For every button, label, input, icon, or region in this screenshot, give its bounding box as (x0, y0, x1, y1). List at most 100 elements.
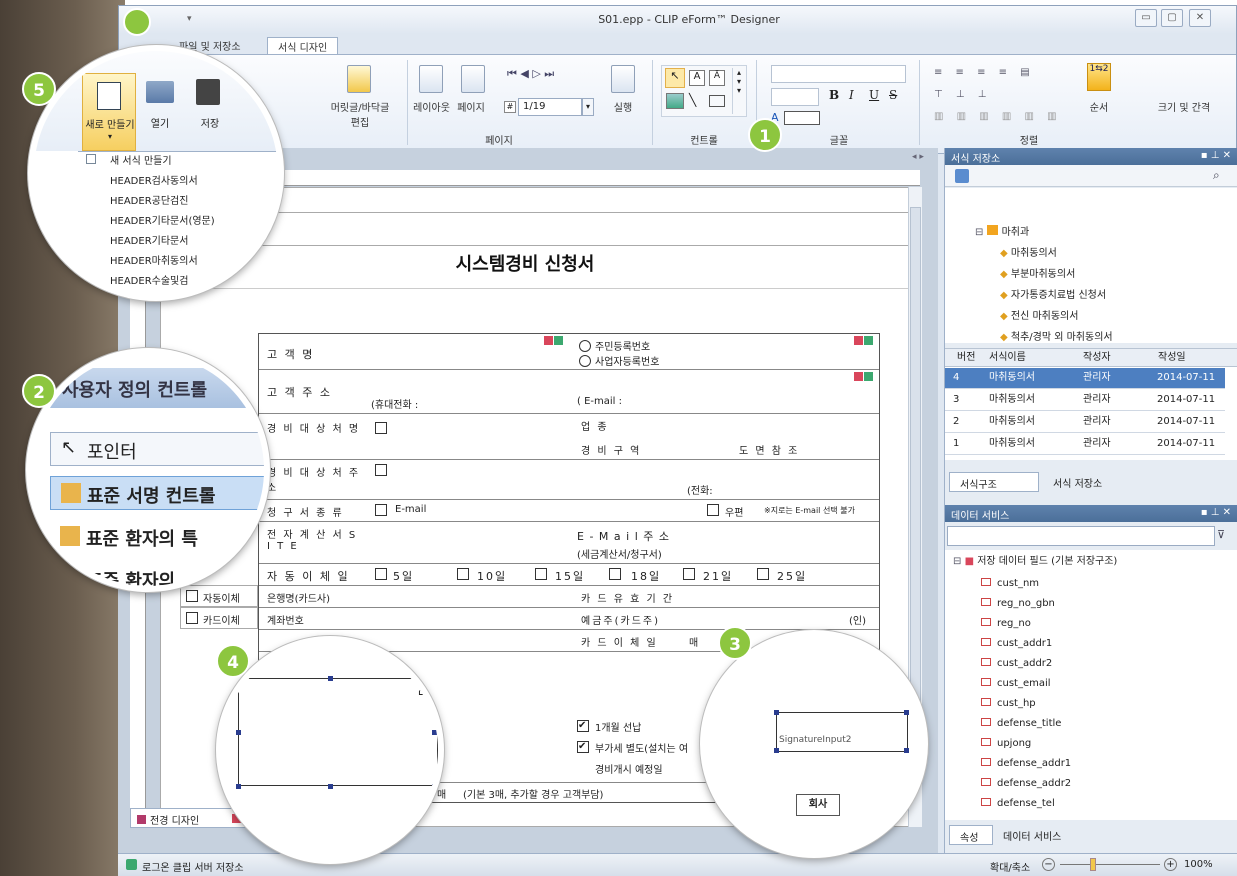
panel-controls-icon[interactable]: ▪ ⊥ ✕ (1201, 150, 1231, 161)
text-control-icon[interactable]: A (689, 70, 705, 86)
patient-control-item[interactable]: 표준 환자의 특 (50, 520, 264, 554)
signature-control-item[interactable]: 표준 서명 컨트롤 (50, 476, 264, 510)
refresh-icon[interactable] (955, 169, 969, 183)
data-field-item[interactable]: upjong (981, 734, 1071, 754)
tree-item[interactable]: ◆ 자가통증치료법 신청서 (1000, 286, 1106, 301)
open-button-label[interactable]: 열기 (140, 115, 180, 130)
checkbox[interactable] (375, 464, 387, 476)
data-field-item[interactable]: defense_tel (981, 794, 1071, 814)
order-icon[interactable]: 1⇆2 (1087, 63, 1111, 91)
auto-debit-option[interactable]: 자동이체 (180, 585, 258, 607)
table-row[interactable]: 1 마취동의서 관리자 2014-07-11 (945, 434, 1225, 455)
label-control-icon[interactable]: Ā (709, 70, 725, 86)
tab-structure[interactable]: 서식구조 (949, 472, 1039, 492)
zoom-in-button[interactable]: + (1164, 858, 1177, 871)
camera-icon[interactable]: ⌂ (418, 684, 426, 698)
zoom-out-button[interactable]: − (1042, 858, 1055, 871)
align-row2-icons[interactable]: ⊤ ⊥ ⊥ (934, 89, 992, 100)
filter-icon[interactable]: ⊽ (1217, 528, 1225, 541)
font-size-select[interactable] (771, 88, 819, 106)
tree-item[interactable]: ◆ 부분마취동의서 (1000, 265, 1075, 280)
pointer-icon[interactable]: ↖ (665, 68, 685, 88)
data-field-item[interactable]: defense_addr1 (981, 754, 1071, 774)
zoom-slider-thumb[interactable] (1090, 858, 1096, 871)
zoom-slider[interactable] (1060, 864, 1160, 865)
data-field-item[interactable]: cust_addr2 (981, 654, 1071, 674)
order-label[interactable]: 순서 (1077, 99, 1121, 114)
red-marker-icon[interactable] (854, 372, 863, 381)
align-row3-icons[interactable]: ▥ ▥ ▥ ▥ ▥ ▥ (934, 111, 1062, 122)
menu-item[interactable]: HEADER공단검진 (64, 192, 188, 212)
tree-item[interactable]: ◆ 전신 마취동의서 (1000, 307, 1078, 322)
page-goto-icon[interactable]: # (504, 101, 516, 113)
day-checkbox[interactable] (757, 568, 769, 580)
bold-button[interactable]: B (829, 88, 839, 102)
minimize-button[interactable]: ▭ (1135, 9, 1157, 27)
tab-storage[interactable]: 서식 저장소 (1039, 472, 1139, 492)
table-row[interactable]: 2 마취동의서 관리자 2014-07-11 (945, 412, 1225, 433)
grid-col-header[interactable]: 작성자 (1083, 349, 1111, 366)
day-checkbox[interactable] (535, 568, 547, 580)
data-field-item[interactable]: cust_hp (981, 694, 1071, 714)
border-color-select[interactable] (784, 111, 820, 125)
grid-col-header[interactable]: 서식이름 (989, 349, 1026, 366)
checkbox[interactable] (375, 422, 387, 434)
signature-box[interactable] (238, 678, 438, 786)
data-field-item[interactable]: cust_email (981, 674, 1071, 694)
rect-control-icon[interactable] (709, 95, 725, 107)
vat-checkbox[interactable]: ✔ (577, 741, 589, 753)
italic-button[interactable]: I (849, 88, 854, 102)
menu-item[interactable]: HEADER검사동의서 (64, 172, 198, 192)
size-spacing-label[interactable]: 크기 및 간격 (1149, 99, 1219, 114)
card-debit-option[interactable]: 카드이체 (180, 607, 258, 629)
page-number-input[interactable]: 1/19 (518, 98, 582, 116)
tree-item[interactable]: ◆ 마취동의서 (1000, 244, 1057, 259)
red-marker-icon[interactable] (854, 336, 863, 345)
line-control-icon[interactable]: ╲ (689, 93, 696, 107)
underline-button[interactable]: U (869, 88, 879, 102)
help-marker-icon[interactable] (864, 336, 873, 345)
email-checkbox[interactable] (375, 504, 387, 516)
data-field-item[interactable]: defense_title (981, 714, 1071, 734)
layout-icon[interactable] (419, 65, 443, 93)
grid-col-header[interactable]: 버전 (957, 349, 975, 366)
save-button-label[interactable]: 저장 (190, 115, 230, 130)
menu-item[interactable]: HEADER마취동의서 (64, 252, 198, 272)
data-field-item[interactable]: cust_nm (981, 574, 1071, 594)
open-folder-icon[interactable] (146, 81, 174, 103)
day-checkbox[interactable] (457, 568, 469, 580)
data-field-item[interactable]: reg_no_gbn (981, 594, 1071, 614)
save-icon[interactable] (196, 79, 220, 105)
menu-item[interactable]: 새 서식 만들기 (64, 152, 172, 172)
doc-nav-arrows[interactable]: ◂ ▸ (912, 152, 924, 162)
help-marker-icon[interactable] (864, 372, 873, 381)
radio-business[interactable] (579, 355, 591, 367)
folder-node[interactable]: ⊟ 마취과 (975, 223, 1029, 238)
palette-more-icon[interactable]: ▴ ▾ ▾ (732, 68, 745, 114)
day-checkbox[interactable] (375, 568, 387, 580)
page-dropdown-icon[interactable]: ▾ (582, 98, 594, 116)
red-marker-icon[interactable] (544, 336, 553, 345)
mail-checkbox[interactable] (707, 504, 719, 516)
tree-item[interactable]: ◆ 척추/경막 외 마취동의서 (1000, 328, 1113, 343)
menu-item[interactable]: HEADER수술및검 (64, 272, 188, 292)
header-band[interactable] (171, 212, 916, 246)
prepay-checkbox[interactable]: ✔ (577, 720, 589, 732)
grid-col-header[interactable]: 작성일 (1158, 349, 1186, 366)
menu-item[interactable]: HEADER기타문서 (64, 232, 188, 252)
tab-data-service[interactable]: 데이터 서비스 (995, 825, 1085, 845)
day-checkbox[interactable] (609, 568, 621, 580)
page-icon[interactable] (461, 65, 485, 93)
image-control-icon[interactable] (666, 93, 684, 109)
radio-resident[interactable] (579, 340, 591, 352)
header-footer-icon[interactable] (347, 65, 371, 93)
app-logo-icon[interactable] (123, 8, 151, 36)
table-row[interactable]: 4 마취동의서 관리자 2014-07-11 (945, 368, 1225, 389)
table-row[interactable]: 3 마취동의서 관리자 2014-07-11 (945, 390, 1225, 411)
data-root-node[interactable]: ⊟ ■ 저장 데이터 필드 (기본 저장구조) (953, 552, 1117, 572)
search-icon[interactable]: ⌕ (1213, 168, 1220, 183)
scroll-thumb[interactable] (910, 207, 921, 727)
maximize-button[interactable]: ▢ (1161, 9, 1183, 27)
data-field-item[interactable]: cust_addr1 (981, 634, 1071, 654)
panel-controls-icon[interactable]: ▪ ⊥ ✕ (1201, 507, 1231, 518)
